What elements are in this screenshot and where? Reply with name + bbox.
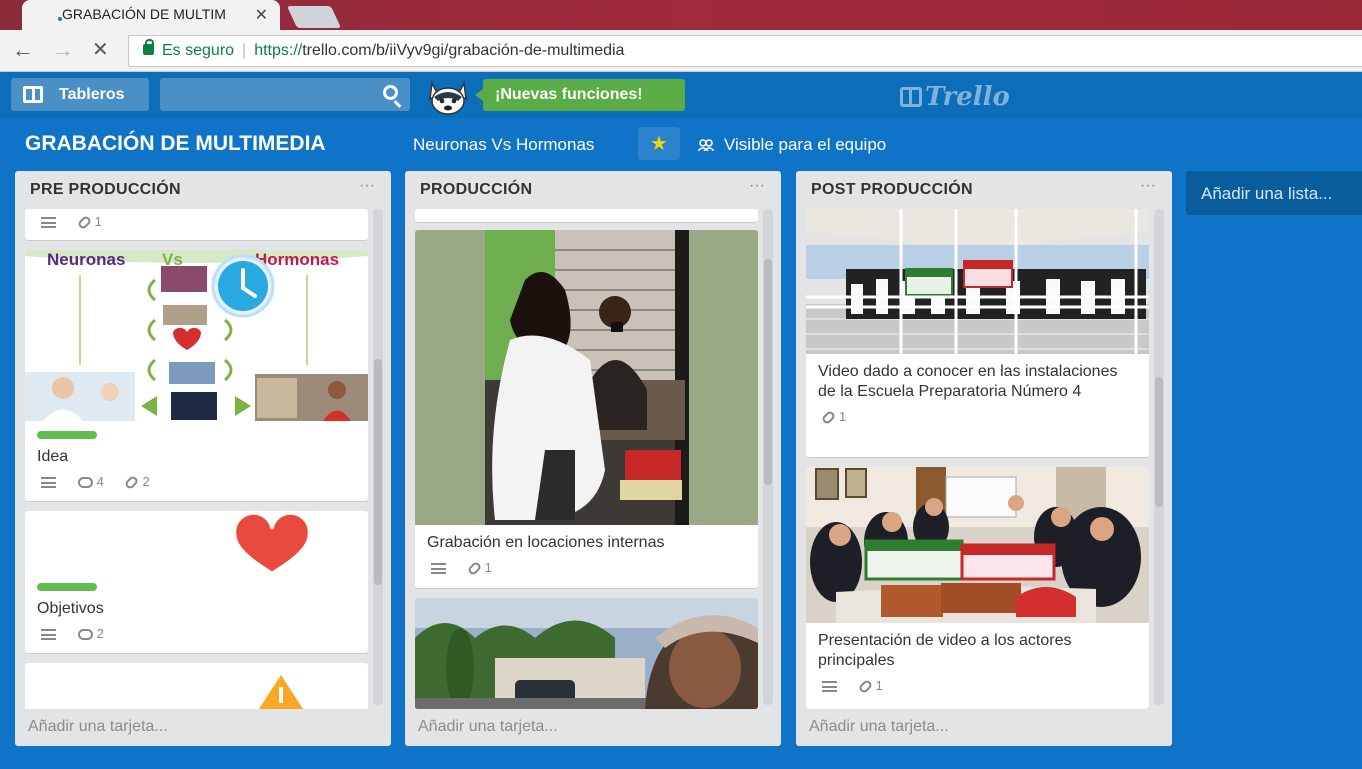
card[interactable]: 1 xyxy=(25,209,368,240)
list-menu-icon[interactable]: ··· xyxy=(1140,177,1156,195)
star-icon[interactable]: ★ xyxy=(638,127,680,160)
forward-arrow-icon[interactable]: → xyxy=(52,39,74,61)
card[interactable] xyxy=(25,663,368,709)
tab-title: GRABACIÓN DE MULTIM xyxy=(62,6,226,22)
attachment-icon xyxy=(76,214,92,231)
attachment-icon xyxy=(857,678,873,695)
visibility-label: Visible para el equipo xyxy=(724,135,887,154)
url-text: trello.com/b/iiVyv9gi/grabación-de-multi… xyxy=(302,42,625,59)
card-title: Video dado a conocer en las instalacione… xyxy=(818,363,1118,400)
new-features-button[interactable]: ¡Nuevas funciones! xyxy=(475,79,685,111)
heart-image xyxy=(233,511,311,575)
browser-tab[interactable]: GRABACIÓN DE MULTIM ✕ xyxy=(22,0,280,30)
list-pre-produccion: PRE PRODUCCIÓN ··· 1 Neuronas Vs Hormona… xyxy=(15,171,391,746)
tab-close-icon[interactable]: ✕ xyxy=(255,5,268,25)
card-cover-image xyxy=(415,230,758,525)
trello-logo-icon xyxy=(900,87,922,107)
attachment-icon xyxy=(124,474,140,491)
attachment-icon xyxy=(820,409,837,426)
taco-mascot-icon[interactable] xyxy=(424,75,472,117)
card-list: Grabación en locaciones internas 1 xyxy=(415,209,758,709)
card-video-escuela[interactable]: Video dado a conocer en las instalacione… xyxy=(806,209,1149,457)
list-produccion: PRODUCCIÓN ··· Grabación en locaciones i… xyxy=(405,171,781,746)
loading-icon xyxy=(58,17,62,21)
browser-toolbar: ← → ✕ Es seguro | https://trello.com/b/iiV… xyxy=(0,30,1362,72)
lock-icon xyxy=(143,39,154,55)
search-input[interactable] xyxy=(160,78,410,111)
stop-loading-icon[interactable]: ✕ xyxy=(92,39,109,61)
boards-button[interactable]: Tableros xyxy=(11,78,149,111)
boards-label: Tableros xyxy=(59,86,125,103)
app-header: Tableros ¡Nuevas funciones! Trello xyxy=(0,72,1362,118)
card-title: Idea xyxy=(37,448,69,465)
description-icon xyxy=(431,563,446,575)
list-menu-icon[interactable]: ··· xyxy=(359,177,375,195)
list-scrollbar[interactable] xyxy=(373,209,383,705)
add-card-button[interactable]: Añadir una tarjeta... xyxy=(809,718,949,736)
new-tab-button[interactable] xyxy=(286,6,342,28)
card[interactable] xyxy=(415,598,758,709)
card-idea[interactable]: Neuronas Vs Hormonas Idea 4 2 xyxy=(25,250,368,501)
comment-icon xyxy=(77,477,93,489)
address-bar[interactable]: Es seguro | https://trello.com/b/iiVyv9gi/… xyxy=(128,35,1362,67)
description-icon xyxy=(41,629,56,641)
description-icon xyxy=(822,681,837,693)
team-icon xyxy=(698,139,714,151)
list-menu-icon[interactable]: ··· xyxy=(749,177,765,195)
board-header: GRABACIÓN DE MULTIMEDIA Neuronas Vs Horm… xyxy=(0,118,1362,170)
card-label-green xyxy=(37,431,97,439)
visibility-button[interactable]: Visible para el equipo xyxy=(698,135,886,155)
card-label-green xyxy=(37,583,97,591)
svg-text:Neuronas: Neuronas xyxy=(47,250,125,269)
boards-icon xyxy=(23,86,43,103)
list-scrollbar[interactable] xyxy=(763,209,773,705)
card-cover-image xyxy=(415,598,758,709)
add-card-button[interactable]: Añadir una tarjeta... xyxy=(418,718,558,736)
url-scheme: https:// xyxy=(254,42,303,59)
card-cover-image: Neuronas Vs Hormonas xyxy=(25,250,368,421)
list-post-produccion: POST PRODUCCIÓN ··· Video dado a conocer… xyxy=(796,171,1172,746)
add-card-button[interactable]: Añadir una tarjeta... xyxy=(28,718,168,736)
attachment-icon xyxy=(466,560,482,577)
card-list: 1 Neuronas Vs Hormonas Idea 4 2 Objetivo… xyxy=(25,209,368,709)
browser-tab-strip: GRABACIÓN DE MULTIM ✕ xyxy=(0,0,1362,30)
list-title[interactable]: PRE PRODUCCIÓN xyxy=(30,181,181,199)
description-icon xyxy=(41,477,56,489)
search-icon[interactable] xyxy=(383,85,398,100)
comment-icon xyxy=(77,629,93,641)
card-list: Video dado a conocer en las instalacione… xyxy=(806,209,1149,709)
card-objetivos[interactable]: Objetivos 2 xyxy=(25,511,368,653)
card-cover-image xyxy=(806,467,1149,623)
description-icon xyxy=(41,217,56,229)
card-title: Grabación en locaciones internas xyxy=(427,534,665,551)
card-grabacion-locaciones[interactable]: Grabación en locaciones internas 1 xyxy=(415,230,758,588)
card-cover-image xyxy=(806,209,1149,354)
warning-icon xyxy=(258,675,304,709)
board-title[interactable]: GRABACIÓN DE MULTIMEDIA xyxy=(25,132,326,156)
card-presentacion-video[interactable]: Presentación de video a los actores prin… xyxy=(806,467,1149,709)
team-name[interactable]: Neuronas Vs Hormonas xyxy=(413,135,594,155)
secure-label: Es seguro xyxy=(162,42,235,59)
trello-logo[interactable]: Trello xyxy=(900,82,1010,112)
card[interactable] xyxy=(415,209,758,222)
add-list-button[interactable]: Añadir una lista... xyxy=(1186,171,1362,215)
svg-text:Hormonas: Hormonas xyxy=(255,250,339,269)
card-title: Objetivos xyxy=(37,600,104,617)
list-scrollbar[interactable] xyxy=(1154,209,1164,705)
list-title[interactable]: POST PRODUCCIÓN xyxy=(811,181,973,199)
card-title: Presentación de video a los actores prin… xyxy=(818,632,1072,669)
list-title[interactable]: PRODUCCIÓN xyxy=(420,181,532,199)
back-arrow-icon[interactable]: ← xyxy=(12,39,34,61)
